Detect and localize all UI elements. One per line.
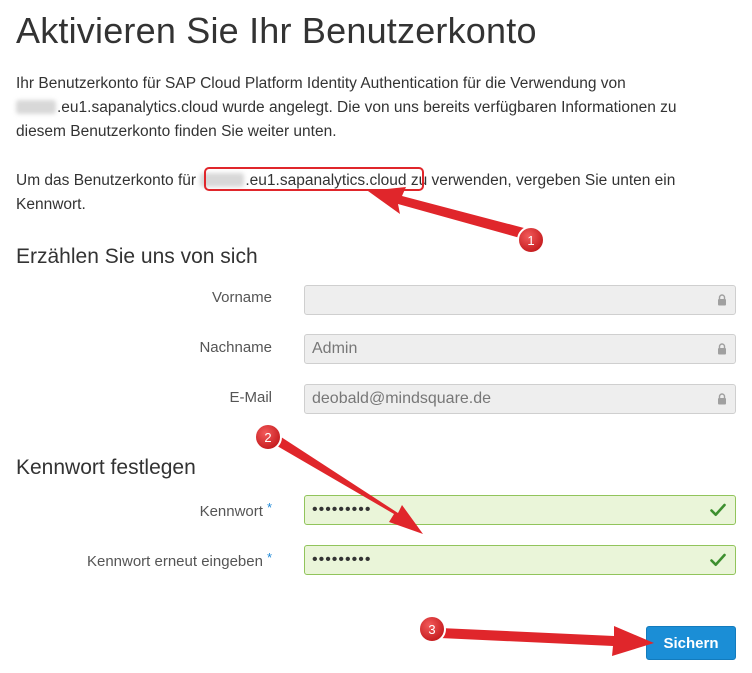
confirm-password-label: Kennwort erneut eingeben * (87, 550, 272, 570)
page-title: Aktivieren Sie Ihr Benutzerkonto (16, 10, 537, 51)
badge-1: 1 (517, 226, 545, 254)
intro-text: Ihr Benutzerkonto für SAP Cloud Platform… (16, 72, 736, 144)
intro-line-2: wurde angelegt. Die von uns bereits verf… (218, 99, 677, 116)
required-mark: * (266, 500, 272, 515)
domain-highlight-box (204, 167, 424, 191)
checkmark-icon (710, 503, 726, 516)
arrow-annotation-3 (440, 626, 654, 656)
password-input[interactable]: ••••••••• (304, 495, 736, 525)
password-label: Kennwort * (200, 500, 272, 520)
lastname-field[interactable]: Admin (304, 334, 736, 364)
usage-suffix: zu verwenden, vergeben Sie unten ein (406, 172, 676, 189)
email-field[interactable]: deobald@mindsquare.de (304, 384, 736, 414)
email-value: deobald@mindsquare.de (312, 390, 492, 407)
intro-line-1: Ihr Benutzerkonto für SAP Cloud Platform… (16, 75, 626, 92)
confirm-password-value: ••••••••• (312, 551, 372, 568)
email-label: E-Mail (229, 389, 272, 406)
required-mark: * (266, 550, 272, 565)
password-value: ••••••••• (312, 501, 372, 518)
badge-1-number: 1 (527, 233, 534, 248)
lastname-label: Nachname (199, 339, 272, 356)
confirm-password-input[interactable]: ••••••••• (304, 545, 736, 575)
lastname-value: Admin (312, 340, 358, 357)
badge-2: 2 (254, 423, 282, 451)
usage-prefix: Um das Benutzerkonto für (16, 172, 201, 189)
usage-line-2: Kennwort. (16, 196, 86, 213)
checkmark-icon (710, 553, 726, 566)
intro-domain: .eu1.sapanalytics.cloud (57, 99, 219, 116)
password-heading: Kennwort festlegen (16, 456, 196, 479)
intro-line-3: diesem Benutzerkonto finden Sie weiter u… (16, 123, 337, 140)
lock-icon (718, 294, 726, 306)
badge-2-number: 2 (264, 430, 271, 445)
firstname-field[interactable] (304, 285, 736, 315)
redacted-subdomain (16, 100, 56, 114)
badge-3: 3 (418, 615, 446, 643)
lock-icon (718, 393, 726, 405)
lock-icon (718, 343, 726, 355)
save-button[interactable]: Sichern (646, 626, 736, 660)
about-heading: Erzählen Sie uns von sich (16, 245, 258, 268)
activation-page: Aktivieren Sie Ihr Benutzerkonto Ihr Ben… (0, 0, 752, 673)
password-label-text: Kennwort (199, 503, 263, 520)
confirm-label-text: Kennwort erneut eingeben (86, 553, 263, 570)
firstname-label: Vorname (211, 289, 272, 306)
badge-3-number: 3 (428, 622, 435, 637)
